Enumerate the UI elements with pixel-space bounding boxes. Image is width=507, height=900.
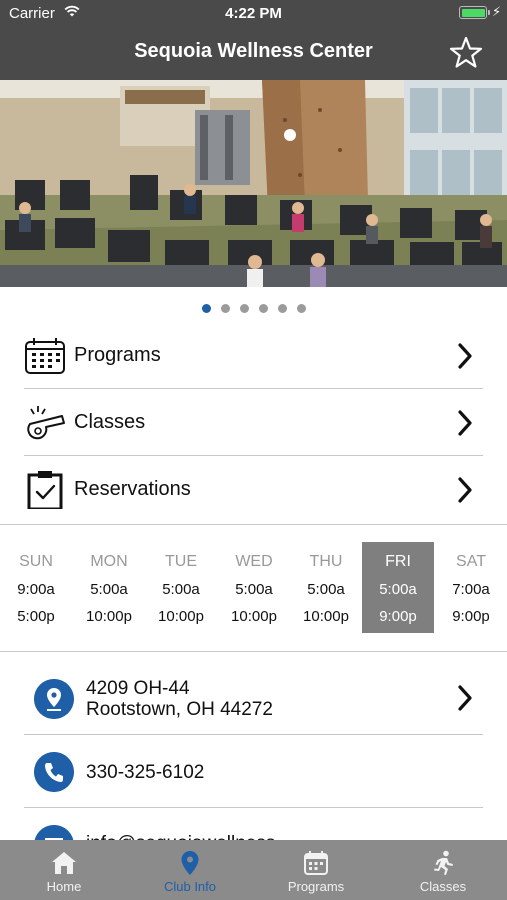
hours-day-mon: MON 5:00a 10:00p bbox=[73, 542, 145, 633]
close-time: 9:00p bbox=[452, 608, 490, 625]
open-time: 7:00a bbox=[452, 581, 490, 598]
divider bbox=[0, 524, 507, 525]
address-text: 4209 OH-44 Rootstown, OH 44272 bbox=[86, 678, 273, 720]
gym-photo bbox=[0, 80, 507, 287]
favorite-star-icon[interactable] bbox=[449, 36, 483, 70]
charging-icon: ⚡ bbox=[492, 4, 502, 19]
tab-programs[interactable]: Programs bbox=[253, 840, 379, 900]
carousel-dot[interactable] bbox=[239, 304, 249, 313]
day-name: FRI bbox=[385, 553, 411, 570]
carousel-dot[interactable] bbox=[220, 304, 230, 313]
location-pin-icon bbox=[34, 679, 74, 719]
whistle-icon bbox=[27, 406, 65, 440]
tab-label: Club Info bbox=[163, 879, 217, 894]
chevron-right-icon bbox=[458, 685, 472, 711]
day-name: TUE bbox=[165, 553, 197, 570]
hours-day-sun: SUN 9:00a 5:00p bbox=[0, 542, 72, 633]
close-time: 10:00p bbox=[158, 608, 204, 625]
day-name: MON bbox=[90, 553, 128, 570]
menu-item-programs[interactable]: Programs bbox=[24, 323, 483, 389]
close-time: 5:00p bbox=[17, 608, 55, 625]
home-icon bbox=[52, 852, 76, 874]
carousel-dot[interactable] bbox=[201, 304, 211, 313]
hours-day-fri: FRI 5:00a 9:00p bbox=[362, 542, 434, 633]
chevron-right-icon bbox=[458, 410, 472, 436]
address-line1: 4209 OH-44 bbox=[86, 678, 190, 699]
open-time: 5:00a bbox=[379, 581, 417, 598]
calendar-icon bbox=[304, 851, 328, 875]
chevron-right-icon bbox=[458, 477, 472, 503]
menu-item-reservations[interactable]: Reservations bbox=[24, 457, 483, 523]
menu-item-label: Reservations bbox=[74, 478, 191, 500]
carousel-pager[interactable] bbox=[0, 304, 507, 314]
open-time: 5:00a bbox=[162, 581, 200, 598]
hours-day-sat: SAT 7:00a 9:00p bbox=[435, 542, 507, 633]
status-time: 4:22 PM bbox=[225, 5, 282, 22]
address-row[interactable]: 4209 OH-44 Rootstown, OH 44272 bbox=[24, 664, 483, 735]
carousel-dot[interactable] bbox=[296, 304, 306, 313]
close-time: 9:00p bbox=[379, 608, 417, 625]
tab-home[interactable]: Home bbox=[1, 840, 127, 900]
open-time: 5:00a bbox=[235, 581, 273, 598]
location-pin-icon bbox=[181, 851, 199, 875]
page-title: Sequoia Wellness Center bbox=[134, 40, 373, 62]
hours-day-wed: WED 5:00a 10:00p bbox=[218, 542, 290, 633]
close-time: 10:00p bbox=[303, 608, 349, 625]
day-name: SAT bbox=[456, 553, 486, 570]
menu-item-classes[interactable]: Classes bbox=[24, 390, 483, 456]
day-name: SUN bbox=[19, 553, 53, 570]
club-hours: SUN 9:00a 5:00p MON 5:00a 10:00p TUE 5:00a 10:00… bbox=[0, 542, 507, 633]
menu-item-label: Classes bbox=[74, 411, 146, 433]
carousel-dot[interactable] bbox=[258, 304, 268, 313]
chevron-right-icon bbox=[458, 343, 472, 369]
day-name: WED bbox=[235, 553, 273, 570]
open-time: 5:00a bbox=[90, 581, 128, 598]
tab-club-info[interactable]: Club Info bbox=[127, 840, 253, 900]
carousel-dot[interactable] bbox=[277, 304, 287, 313]
address-line2: Rootstown, OH 44272 bbox=[86, 699, 273, 720]
running-person-icon bbox=[434, 850, 453, 875]
menu-item-label: Programs bbox=[74, 344, 161, 366]
clipboard-check-icon bbox=[27, 471, 63, 509]
tab-bar: Home Club Info Programs Classes bbox=[0, 840, 507, 900]
close-time: 10:00p bbox=[231, 608, 277, 625]
tab-classes[interactable]: Classes bbox=[380, 840, 506, 900]
open-time: 5:00a bbox=[307, 581, 345, 598]
phone-icon bbox=[34, 752, 74, 792]
hours-day-thu: THU 5:00a 10:00p bbox=[290, 542, 362, 633]
phone-number: 330-325-6102 bbox=[86, 762, 205, 783]
tab-label: Home bbox=[46, 879, 82, 894]
status-bar: Carrier 4:22 PM ⚡ bbox=[0, 0, 507, 26]
close-time: 10:00p bbox=[86, 608, 132, 625]
header: Carrier 4:22 PM ⚡ Sequoia Wellness Cente… bbox=[0, 0, 507, 80]
battery-icon bbox=[459, 6, 490, 19]
open-time: 9:00a bbox=[17, 581, 55, 598]
phone-row[interactable]: 330-325-6102 bbox=[24, 735, 483, 808]
day-name: THU bbox=[309, 553, 343, 570]
calendar-icon bbox=[25, 338, 65, 374]
divider bbox=[0, 651, 507, 652]
tab-label: Classes bbox=[419, 879, 467, 894]
hours-day-tue: TUE 5:00a 10:00p bbox=[145, 542, 217, 633]
tab-label: Programs bbox=[287, 879, 345, 894]
